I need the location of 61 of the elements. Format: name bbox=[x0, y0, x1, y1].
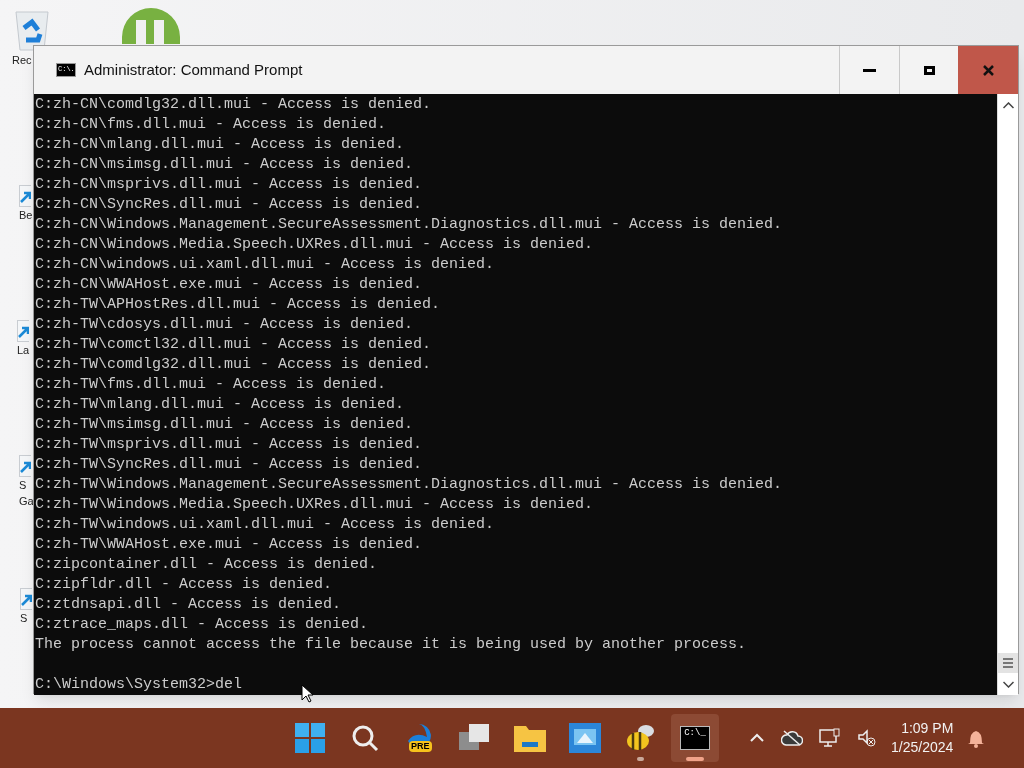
command-prompt-line[interactable]: C:\Windows\System32>del bbox=[34, 675, 243, 695]
console-line: C:zh-TW\comctl32.dll.mui - Access is denied. bbox=[34, 335, 433, 355]
console-line: C:zh-TW\SyncRes.dll.mui - Access is denied. bbox=[34, 455, 424, 475]
taskbar-app-button[interactable]: PRE bbox=[396, 714, 444, 762]
console-line: C:zh-CN\Windows.Management.SecureAssessment.Diagnostics.dll.mui - Access is denied. bbox=[34, 215, 784, 235]
shortcut-icon[interactable] bbox=[20, 588, 32, 610]
recycle-bin-icon[interactable] bbox=[12, 8, 52, 52]
console-line: C:zh-TW\cdosys.dll.mui - Access is denied. bbox=[34, 315, 415, 335]
chevron-up-icon[interactable] bbox=[749, 733, 765, 743]
console-line: C:zh-CN\msprivs.dll.mui - Access is denied. bbox=[34, 175, 424, 195]
desktop-icon-label: Ga bbox=[19, 494, 34, 509]
window-title: Administrator: Command Prompt bbox=[84, 59, 303, 80]
scroll-down-icon bbox=[1002, 680, 1014, 688]
console-line: C:zh-TW\Windows.Management.SecureAssessment.Diagnostics.dll.mui - Access is denied. bbox=[34, 475, 784, 495]
console-line: C:zh-TW\windows.ui.xaml.dll.mui - Access is denied. bbox=[34, 515, 496, 535]
console-line: C:zh-CN\comdlg32.dll.mui - Access is denied. bbox=[34, 95, 433, 115]
console-line: C:zh-TW\msimsg.dll.mui - Access is denied. bbox=[34, 415, 415, 435]
windows-start-icon bbox=[295, 723, 325, 753]
console-line: C:zh-CN\msimsg.dll.mui - Access is denied. bbox=[34, 155, 415, 175]
shortcut-icon[interactable] bbox=[17, 320, 29, 342]
folder-icon bbox=[514, 724, 546, 752]
shortcut-icon[interactable] bbox=[19, 455, 31, 477]
console-line: C:zipfldr.dll - Access is denied. bbox=[34, 575, 334, 595]
console-line: C:zh-TW\WWAHost.exe.mui - Access is denied. bbox=[34, 535, 424, 555]
console-line: C:zh-CN\SyncRes.dll.mui - Access is denied. bbox=[34, 195, 424, 215]
shortcut-icon[interactable] bbox=[19, 185, 31, 207]
network-icon[interactable] bbox=[819, 728, 841, 748]
desktop-icon-label: S bbox=[20, 611, 28, 626]
scroll-thumb-icon bbox=[998, 653, 1018, 673]
console-line: C:ztdnsapi.dll - Access is denied. bbox=[34, 595, 343, 615]
taskbar-app-button[interactable]: C:\_ bbox=[671, 714, 719, 762]
cloud-icon[interactable] bbox=[781, 730, 803, 746]
console-line: C:zh-TW\comdlg32.dll.mui - Access is denied. bbox=[34, 355, 433, 375]
desktop-icon-label: Rec bbox=[12, 53, 32, 68]
search-icon bbox=[351, 724, 379, 752]
console-line: C:zh-TW\fms.dll.mui - Access is denied. bbox=[34, 375, 388, 395]
speaker-muted-icon[interactable] bbox=[857, 728, 877, 748]
console-line: C:zh-CN\Windows.Media.Speech.UXRes.dll.mui - Access is denied. bbox=[34, 235, 595, 255]
desktop-icon-label: La bbox=[17, 343, 30, 358]
desktop-icon-label: S bbox=[19, 478, 27, 493]
console-line: C:zh-TW\msprivs.dll.mui - Access is denied. bbox=[34, 435, 424, 455]
scrollbar[interactable] bbox=[997, 94, 1018, 695]
scroll-up-icon bbox=[1002, 101, 1014, 109]
console-line: C:zh-CN\mlang.dll.mui - Access is denied. bbox=[34, 135, 406, 155]
terminal-icon: C:\_ bbox=[680, 726, 710, 750]
console-line: C:zh-TW\Windows.Media.Speech.UXRes.dll.mui - Access is denied. bbox=[34, 495, 595, 515]
task-view-icon bbox=[459, 724, 491, 752]
console-line: C:zh-TW\mlang.dll.mui - Access is denied. bbox=[34, 395, 406, 415]
bee-icon bbox=[624, 723, 656, 753]
console-line: C:zh-TW\APHostRes.dll.mui - Access is denied. bbox=[34, 295, 442, 315]
console-line: C:zh-CN\windows.ui.xaml.dll.mui - Access is denied. bbox=[34, 255, 496, 275]
bell-icon[interactable] bbox=[967, 728, 986, 748]
console-line: C:ztrace_maps.dll - Access is denied. bbox=[34, 615, 370, 635]
console-line: C:zh-CN\WWAHost.exe.mui - Access is denied. bbox=[34, 275, 424, 295]
close-icon bbox=[982, 64, 994, 76]
console-line: C:zipcontainer.dll - Access is denied. bbox=[34, 555, 379, 575]
console-line: The process cannot access the file because it is being used by another process. bbox=[34, 635, 748, 655]
console-line: C:zh-CN\fms.dll.mui - Access is denied. bbox=[34, 115, 388, 135]
desktop-icon-label: Be bbox=[19, 208, 33, 223]
monitor-picture-icon bbox=[569, 723, 601, 753]
clock[interactable]: 1:09 PM 1/25/2024 bbox=[891, 719, 954, 757]
